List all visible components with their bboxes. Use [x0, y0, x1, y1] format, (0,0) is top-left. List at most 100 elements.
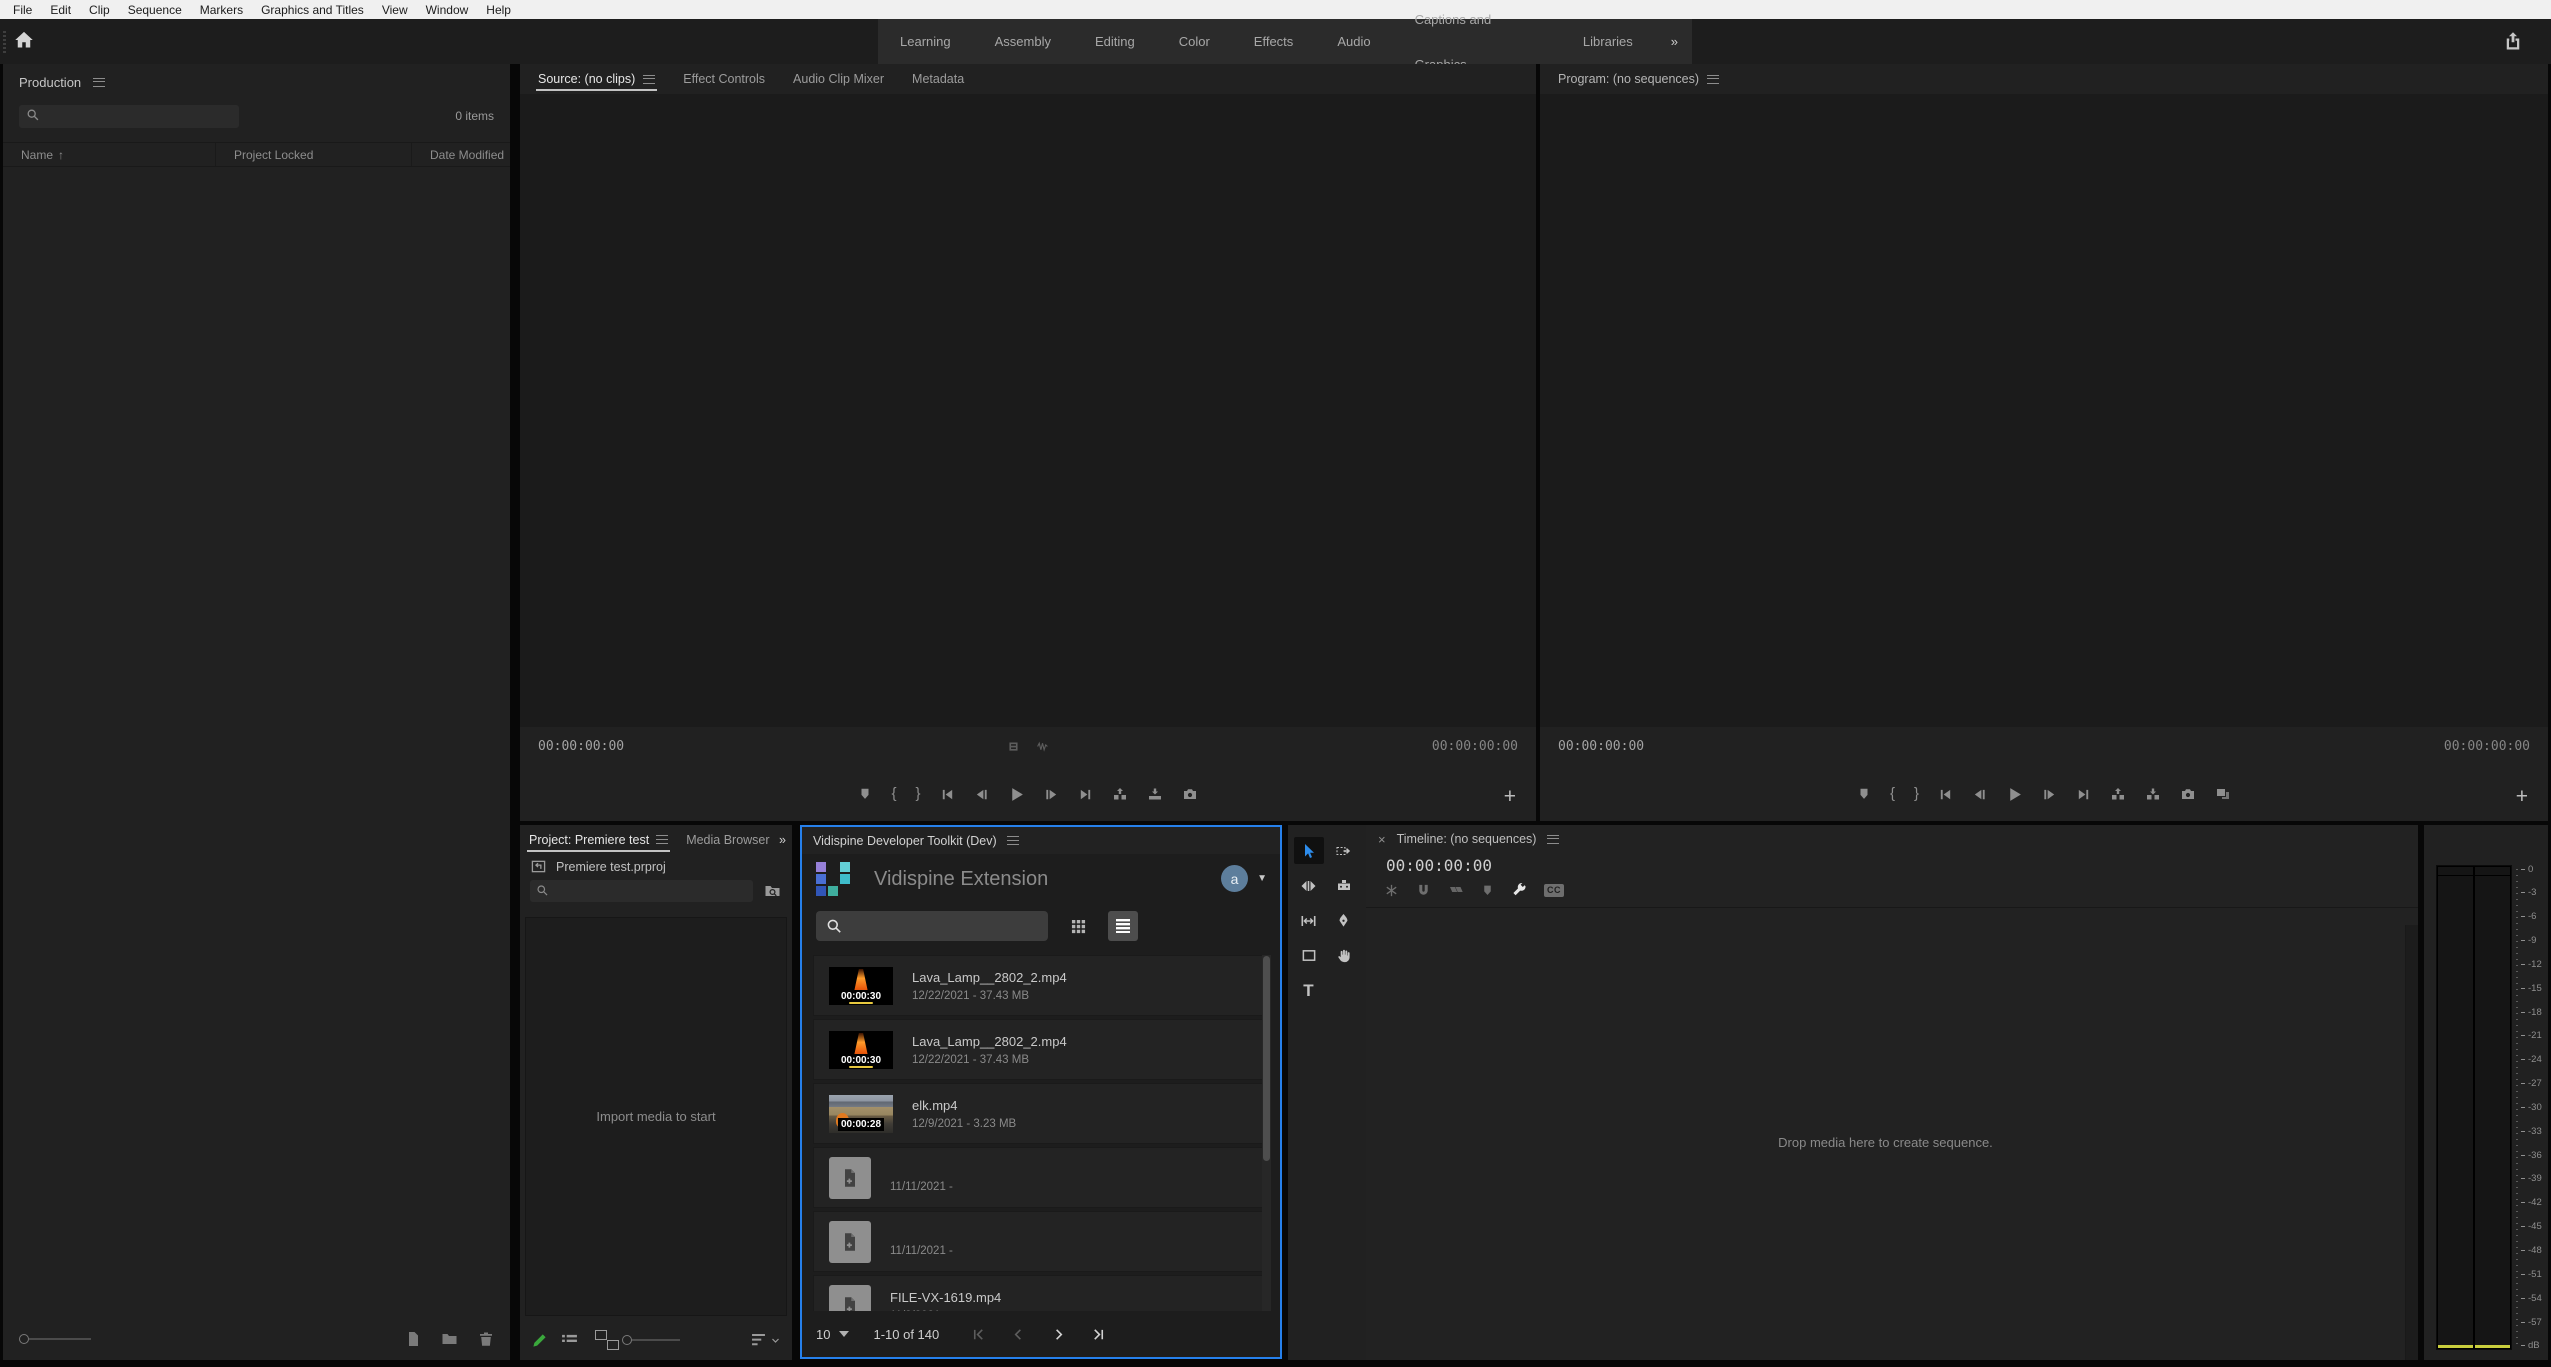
extract-button[interactable] [2145, 786, 2161, 802]
scrollbar-thumb[interactable] [1263, 956, 1270, 1161]
workspace-tab-effects[interactable]: Effects [1232, 19, 1316, 64]
timeline-display-settings-button[interactable] [1511, 882, 1527, 898]
home-button[interactable] [14, 30, 34, 50]
thumbnail-zoom-slider[interactable] [19, 1334, 91, 1344]
go-to-out-button[interactable] [2076, 787, 2091, 802]
hand-tool-button[interactable] [1329, 942, 1359, 969]
pen-tool-button[interactable] [1329, 907, 1359, 934]
tab-audio-clip-mixer[interactable]: Audio Clip Mixer [779, 64, 898, 94]
slider-knob[interactable] [19, 1334, 29, 1344]
go-to-in-button[interactable] [1938, 787, 1953, 802]
type-tool-button[interactable]: T [1294, 977, 1324, 1004]
page-size-select[interactable]: 10 [816, 1327, 849, 1342]
add-marker-button[interactable] [858, 787, 872, 801]
mark-out-button[interactable]: } [916, 786, 921, 802]
list-view-button[interactable] [1108, 911, 1138, 941]
quick-export-button[interactable] [2503, 31, 2523, 51]
media-list-item[interactable]: 00:00:30 Lava_Lamp__2802_2.mp4 12/22/202… [813, 955, 1271, 1016]
column-header-name[interactable]: Name ↑ [3, 143, 216, 166]
audio-level-meter[interactable] [2436, 865, 2512, 1350]
workspace-tab-editing[interactable]: Editing [1073, 19, 1157, 64]
rectangle-tool-button[interactable] [1294, 942, 1324, 969]
menu-window[interactable]: Window [417, 3, 478, 17]
menu-file[interactable]: File [4, 3, 41, 17]
menu-markers[interactable]: Markers [191, 3, 252, 17]
captions-button[interactable]: CC [1544, 884, 1564, 897]
menu-clip[interactable]: Clip [80, 3, 119, 17]
export-frame-button[interactable] [1182, 786, 1198, 802]
workspace-tab-color[interactable]: Color [1157, 19, 1232, 64]
menu-help[interactable]: Help [477, 3, 520, 17]
search-bins-button[interactable] [763, 883, 782, 899]
close-panel-button[interactable]: × [1378, 832, 1386, 847]
insert-remove-sync-icon[interactable] [1384, 883, 1399, 898]
media-list-item[interactable]: 11/11/2021 - [813, 1147, 1271, 1208]
razor-tool-button[interactable] [1329, 872, 1359, 899]
menu-sequence[interactable]: Sequence [119, 3, 191, 17]
panel-menu-icon[interactable] [93, 78, 105, 87]
project-home-button[interactable] [530, 859, 547, 874]
avatar-menu-caret-icon[interactable]: ▼ [1257, 873, 1267, 884]
track-select-forward-tool-button[interactable] [1329, 837, 1359, 864]
tab-timeline[interactable]: Timeline: (no sequences) [1397, 832, 1537, 846]
vidispine-search-input[interactable] [851, 919, 1038, 934]
program-current-timecode[interactable]: 00:00:00:00 [1558, 739, 1644, 754]
panel-menu-icon[interactable] [1707, 75, 1719, 84]
drag-audio-only-icon[interactable] [1036, 740, 1049, 753]
project-writable-button[interactable] [532, 1333, 547, 1348]
panel-menu-icon[interactable] [1547, 835, 1559, 844]
media-list-item[interactable]: 00:00:28 elk.mp4 12/9/2021 - 3.23 MB [813, 1083, 1271, 1144]
new-folder-button[interactable] [441, 1331, 458, 1347]
sort-options-button[interactable] [751, 1334, 780, 1346]
last-page-button[interactable] [1085, 1327, 1111, 1342]
panel-menu-icon[interactable] [656, 835, 668, 844]
step-forward-button[interactable] [2042, 787, 2057, 802]
user-avatar[interactable]: a [1221, 865, 1248, 892]
linked-selection-button[interactable] [1448, 883, 1464, 897]
selection-tool-button[interactable] [1294, 837, 1324, 864]
mark-in-button[interactable]: { [891, 786, 896, 802]
slip-tool-button[interactable] [1294, 907, 1324, 934]
button-editor-button[interactable]: + [1504, 787, 1516, 807]
next-page-button[interactable] [1045, 1327, 1071, 1342]
panel-tabs-overflow-icon[interactable]: » [779, 833, 792, 847]
step-back-button[interactable] [974, 787, 989, 802]
workspace-tab-audio[interactable]: Audio [1315, 19, 1392, 64]
step-forward-button[interactable] [1044, 787, 1059, 802]
mark-out-button[interactable]: } [1914, 786, 1919, 802]
mark-in-button[interactable]: { [1890, 786, 1895, 802]
go-to-out-button[interactable] [1078, 787, 1093, 802]
add-marker-button[interactable] [1481, 884, 1494, 897]
timeline-scrollbar[interactable] [2405, 925, 2418, 1360]
menu-edit[interactable]: Edit [41, 3, 80, 17]
column-header-date-modified[interactable]: Date Modified [412, 143, 510, 166]
column-header-project-locked[interactable]: Project Locked [216, 143, 412, 166]
workspace-tab-learning[interactable]: Learning [878, 19, 973, 64]
slider-knob[interactable] [622, 1335, 632, 1345]
previous-page-button[interactable] [1005, 1327, 1031, 1342]
tab-source[interactable]: Source: (no clips) [524, 64, 669, 94]
tab-program[interactable]: Program: (no sequences) [1544, 64, 1733, 94]
project-search-input[interactable] [530, 880, 753, 902]
tab-effect-controls[interactable]: Effect Controls [669, 64, 779, 94]
source-current-timecode[interactable]: 00:00:00:00 [538, 739, 624, 754]
media-list-item[interactable]: FILE-VX-1619.mp4 11/8/2021 - [813, 1275, 1271, 1311]
menu-graphics-and-titles[interactable]: Graphics and Titles [252, 3, 373, 17]
add-marker-button[interactable] [1857, 787, 1871, 801]
zoom-slider[interactable] [622, 1335, 680, 1345]
media-list-item[interactable]: 11/11/2021 - [813, 1211, 1271, 1272]
workspace-tabs-overflow-icon[interactable]: » [1655, 34, 1692, 49]
play-button[interactable] [1008, 786, 1025, 803]
play-button[interactable] [2006, 786, 2023, 803]
media-list-item[interactable]: 00:00:30 Lava_Lamp__2802_2.mp4 12/22/202… [813, 1019, 1271, 1080]
tab-project[interactable]: Project: Premiere test [520, 825, 677, 854]
production-search-input[interactable] [19, 105, 239, 128]
ripple-edit-tool-button[interactable] [1294, 872, 1324, 899]
drag-handle[interactable] [3, 31, 6, 53]
comparison-view-button[interactable] [2215, 786, 2231, 802]
overwrite-button[interactable] [1147, 786, 1163, 802]
go-to-in-button[interactable] [940, 787, 955, 802]
workspace-tab-assembly[interactable]: Assembly [973, 19, 1073, 64]
list-scrollbar[interactable] [1262, 955, 1271, 1311]
project-empty-dropzone[interactable]: Import media to start [525, 917, 787, 1316]
